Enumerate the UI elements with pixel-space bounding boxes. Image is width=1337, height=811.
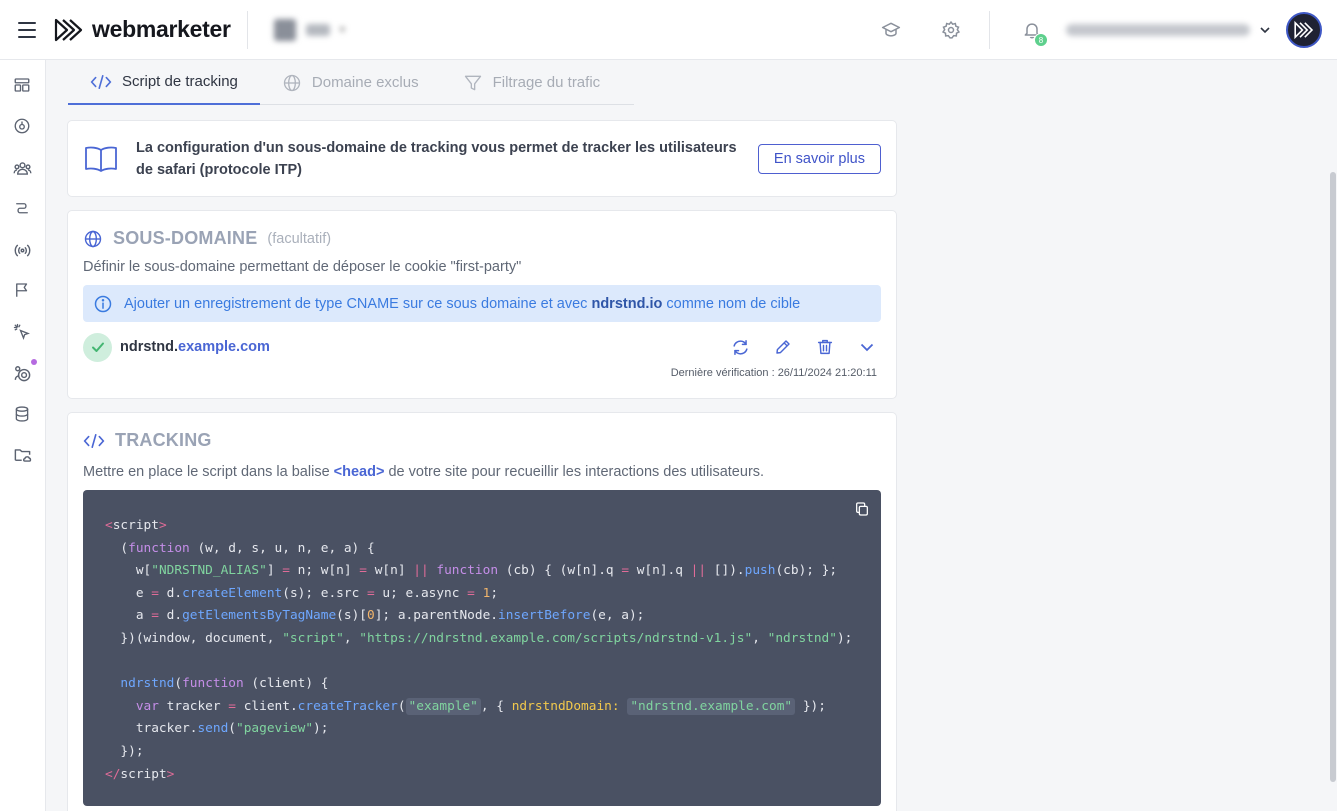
subdomain-card: SOUS-DOMAINE (facultatif) Définir le sou… bbox=[67, 210, 897, 399]
domain-name: ndrstnd.example.com bbox=[120, 339, 270, 355]
main-content: Script de tracking Domaine exclus Filtra… bbox=[46, 60, 1337, 811]
status-dot bbox=[31, 359, 37, 365]
target-icon[interactable] bbox=[11, 359, 37, 384]
database-icon[interactable] bbox=[11, 403, 33, 425]
copy-icon[interactable] bbox=[853, 500, 871, 518]
code-icon bbox=[90, 74, 112, 89]
notifications-button[interactable]: 8 bbox=[1012, 10, 1052, 50]
alert-text: Ajouter un enregistrement de type CNAME … bbox=[124, 295, 588, 312]
code-block[interactable]: <script> (function (w, d, s, u, n, e, a)… bbox=[83, 490, 881, 806]
refresh-icon[interactable] bbox=[726, 333, 755, 362]
dashboard-icon[interactable] bbox=[11, 74, 33, 96]
tab-script-tracking[interactable]: Script de tracking bbox=[68, 60, 260, 105]
sidebar bbox=[0, 60, 46, 811]
learn-more-button[interactable]: En savoir plus bbox=[757, 143, 881, 174]
globe-icon bbox=[84, 230, 102, 247]
section-title: SOUS-DOMAINE bbox=[113, 228, 258, 248]
globe-icon bbox=[283, 74, 301, 91]
tab-excluded-domains[interactable]: Domaine exclus bbox=[260, 60, 441, 105]
info-text: La configuration d'un sous-domaine de tr… bbox=[136, 139, 737, 178]
folder-cloud-icon[interactable] bbox=[11, 444, 33, 466]
cursor-click-icon[interactable] bbox=[11, 321, 33, 343]
info-alert: Ajouter un enregistrement de type CNAME … bbox=[83, 285, 881, 322]
book-icon bbox=[85, 146, 117, 172]
optional-label: (facultatif) bbox=[267, 230, 332, 247]
divider bbox=[246, 10, 248, 49]
chevron-down-icon: ▾ bbox=[339, 24, 346, 36]
edit-icon[interactable] bbox=[768, 333, 797, 362]
settings-icon[interactable] bbox=[931, 10, 971, 50]
filter-icon bbox=[464, 75, 481, 90]
top-bar: webmarketer ▾ 8 bbox=[0, 0, 1337, 60]
menu-icon[interactable] bbox=[0, 0, 54, 60]
head-tag: <head> bbox=[333, 464, 385, 480]
site-logo bbox=[273, 18, 296, 41]
site-name bbox=[305, 23, 330, 36]
cname-target: ndrstnd.io bbox=[591, 295, 663, 312]
chevron-down-icon[interactable] bbox=[852, 333, 881, 362]
gauge-icon[interactable] bbox=[11, 115, 33, 137]
tab-label: Script de tracking bbox=[122, 73, 238, 90]
check-icon bbox=[83, 332, 112, 362]
avatar[interactable] bbox=[1286, 12, 1322, 48]
journey-icon[interactable] bbox=[11, 198, 33, 220]
academy-icon[interactable] bbox=[871, 10, 911, 50]
last-check-timestamp: Dernière vérification : 26/11/2024 21:20… bbox=[670, 367, 877, 379]
alert-text-end: comme nom de cible bbox=[666, 295, 801, 312]
site-selector[interactable]: ▾ bbox=[273, 18, 346, 41]
tab-bar: Script de tracking Domaine exclus Filtra… bbox=[68, 60, 634, 105]
logo[interactable]: webmarketer bbox=[54, 16, 231, 43]
section-title: TRACKING bbox=[115, 430, 212, 450]
broadcast-icon[interactable] bbox=[11, 239, 33, 261]
tab-label: Domaine exclus bbox=[311, 74, 419, 91]
brand-name: webmarketer bbox=[92, 16, 231, 42]
flag-icon[interactable] bbox=[11, 279, 33, 301]
tracking-card: TRACKING Mettre en place le script dans … bbox=[67, 412, 897, 811]
tab-traffic-filter[interactable]: Filtrage du trafic bbox=[441, 60, 623, 105]
info-card: La configuration d'un sous-domaine de tr… bbox=[67, 120, 897, 197]
logo-icon bbox=[54, 18, 83, 41]
user-email[interactable] bbox=[1066, 24, 1250, 36]
users-icon[interactable] bbox=[11, 157, 33, 179]
code-icon bbox=[83, 433, 105, 448]
info-icon bbox=[94, 295, 112, 312]
domain-row: ndrstnd.example.com bbox=[83, 331, 881, 363]
trash-icon[interactable] bbox=[810, 333, 839, 362]
chevron-down-icon[interactable] bbox=[1258, 23, 1272, 37]
section-description: Mettre en place le script dans la balise… bbox=[83, 464, 765, 480]
divider bbox=[989, 11, 990, 49]
notification-badge: 8 bbox=[1034, 33, 1048, 47]
section-description: Définir le sous-domaine permettant de dé… bbox=[83, 259, 522, 275]
tab-label: Filtrage du trafic bbox=[492, 74, 601, 91]
scrollbar-thumb[interactable] bbox=[1330, 172, 1336, 782]
